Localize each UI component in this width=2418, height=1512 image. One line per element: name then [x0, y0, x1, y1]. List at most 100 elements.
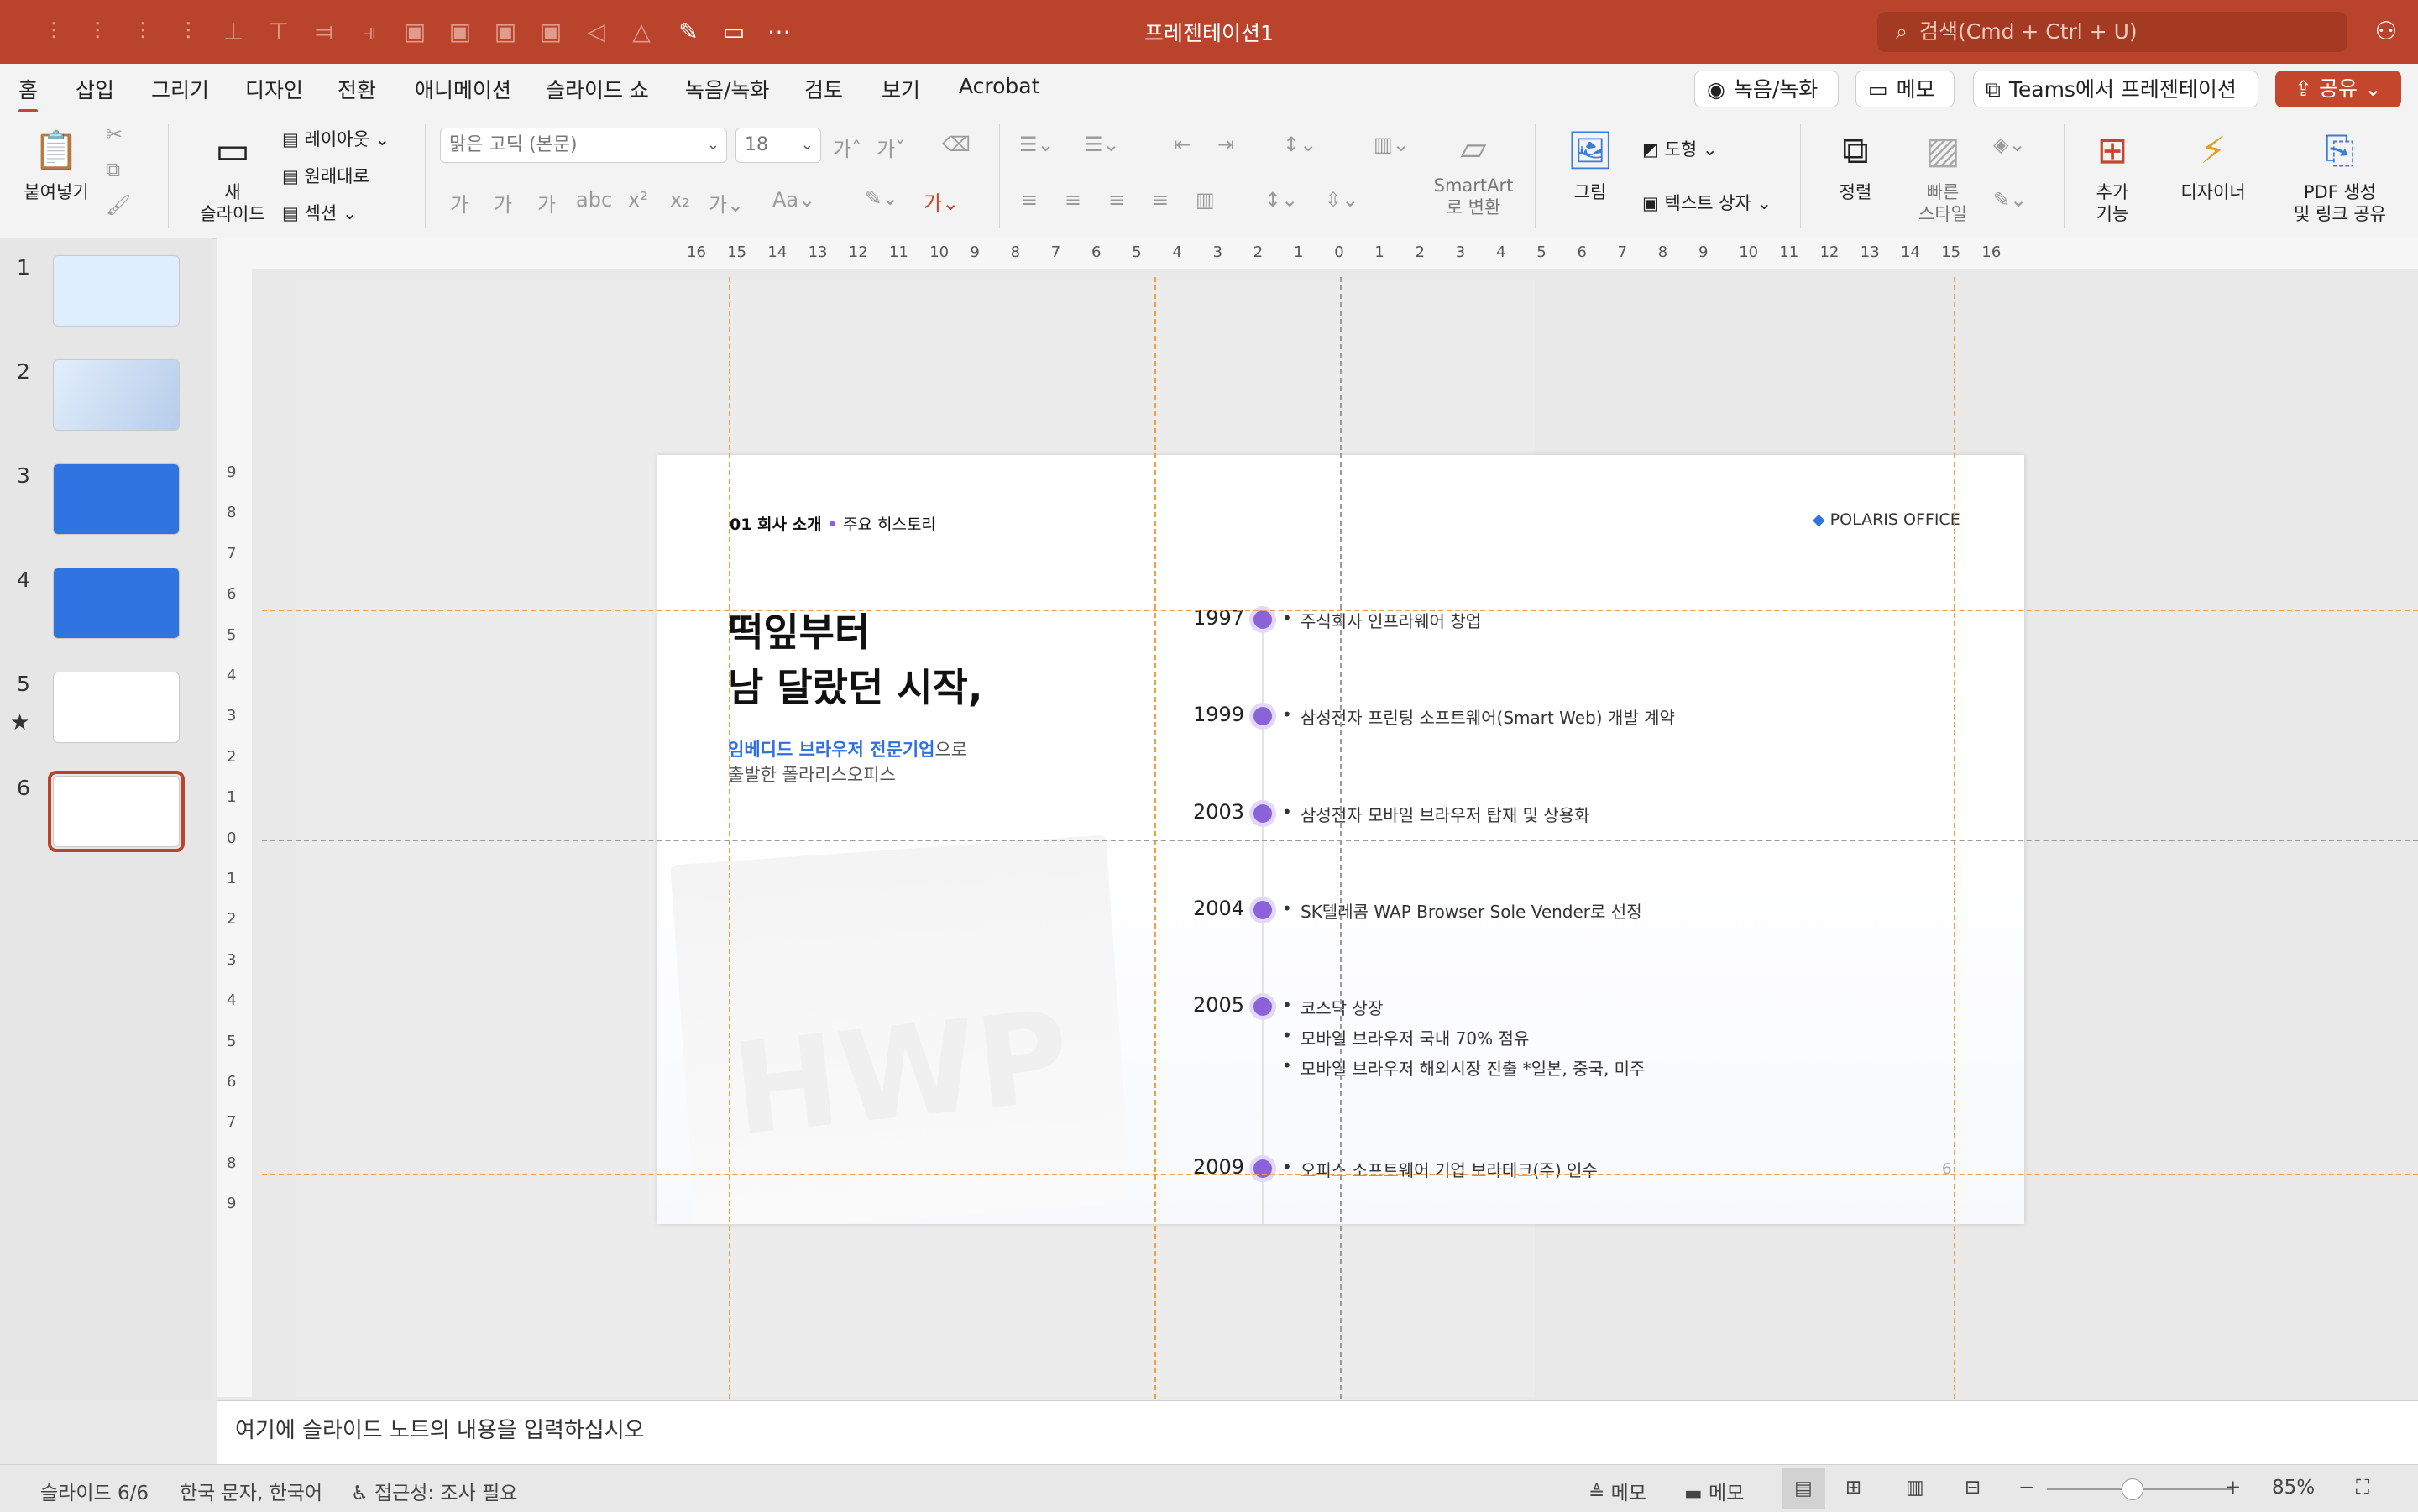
text-direction-icon[interactable]: ↕⌄ [1264, 188, 1298, 212]
tab-acrobat[interactable]: Acrobat [959, 74, 1039, 98]
bring-front-icon[interactable]: ▣ [398, 15, 432, 49]
tab-home[interactable]: 홈 [18, 74, 39, 112]
align-bottom-icon[interactable]: ⊥ [217, 15, 250, 49]
bullets-icon[interactable]: ☰⌄ [1019, 133, 1055, 156]
save-icon[interactable]: ▭ [717, 15, 751, 49]
zoom-slider-handle[interactable] [2122, 1478, 2144, 1500]
justify-icon[interactable]: ≡ [1152, 188, 1169, 212]
copy-icon[interactable]: ⧉ [106, 158, 120, 181]
tab-insert[interactable]: 삽입 [76, 74, 114, 104]
addins-button[interactable]: ⊞ 추가 기능 [2075, 126, 2149, 225]
layout-button[interactable]: ▤ 레이아웃 ⌄ [282, 126, 390, 151]
align-right-text-icon[interactable]: ≡ [1108, 188, 1125, 212]
slide-thumbnail-1[interactable] [53, 255, 180, 327]
arrange-button[interactable]: ⧉ 정렬 [1814, 126, 1897, 203]
shape-fill-icon[interactable]: ◈⌄ [1993, 133, 2026, 156]
tab-record[interactable]: 녹음/녹화 [685, 74, 769, 104]
guide-line[interactable] [729, 277, 730, 1399]
paste-button[interactable]: 📋 붙여넣기 [18, 126, 94, 203]
shape-outline-icon[interactable]: ✎⌄ [1993, 188, 2027, 212]
comment-button[interactable]: ▭ 메모 [1855, 71, 1955, 107]
guide-line[interactable] [262, 1174, 2418, 1175]
font-color-icon[interactable]: 가⌄ [924, 186, 959, 216]
guide-line[interactable] [262, 610, 2418, 611]
subscript-icon[interactable]: x₂ [670, 188, 690, 212]
picture-button[interactable]: 🖼 그림 [1550, 126, 1630, 203]
shrink-font-icon[interactable]: 가ˇ [877, 133, 905, 162]
distribute-v-icon[interactable]: ⫣ [353, 15, 386, 49]
align-center-icon[interactable]: ⫶ [81, 15, 114, 49]
tab-animations[interactable]: 애니메이션 [415, 74, 511, 104]
highlight-color-icon[interactable]: ✎⌄ [865, 186, 898, 210]
quick-styles-button[interactable]: ▨ 빠른 스타일 [1904, 126, 1981, 225]
accessibility-indicator[interactable]: ♿ 접근성: 조사 필요 [351, 1477, 517, 1505]
record-button[interactable]: ◉ 녹음/녹화 [1694, 71, 1839, 107]
slideshow-icon[interactable]: ⊟ [1965, 1477, 1981, 1499]
tab-review[interactable]: 검토 [804, 74, 843, 104]
fit-to-window-icon[interactable]: ⛶ [2356, 1477, 2369, 1499]
reset-button[interactable]: ▤ 원래대로 [282, 163, 369, 188]
numbering-icon[interactable]: ☰⌄ [1085, 133, 1120, 156]
tab-view[interactable]: 보기 [882, 74, 920, 104]
tab-slideshow[interactable]: 슬라이드 쇼 [546, 74, 649, 104]
designer-button[interactable]: ⚡ 디자이너 [2169, 126, 2257, 203]
shape-button[interactable]: ◩ 도형 ⌄ [1642, 136, 1717, 161]
superscript-icon[interactable]: x² [628, 188, 648, 212]
center-guide-line[interactable] [262, 840, 2418, 841]
comments-toggle[interactable]: ▬ 메모 [1684, 1477, 1744, 1505]
cut-icon[interactable]: ✂ [106, 123, 123, 146]
zoom-in-icon[interactable]: + [2225, 1477, 2241, 1499]
send-back-icon[interactable]: ▣ [443, 15, 477, 49]
clear-format-icon[interactable]: ⌫ [942, 133, 971, 156]
font-size-select[interactable]: 18 ⌄ [735, 128, 821, 163]
slide-thumbnail-5[interactable] [53, 672, 180, 743]
zoom-slider[interactable] [2047, 1478, 2232, 1500]
italic-icon[interactable]: 가 [494, 188, 512, 217]
font-name-select[interactable]: 맑은 고딕 (본문) ⌄ [440, 128, 727, 163]
notes-toggle[interactable]: ≜ 메모 [1588, 1477, 1646, 1505]
slide-thumbnail-3[interactable] [53, 463, 180, 535]
grow-font-icon[interactable]: 가ˆ [833, 133, 861, 162]
increase-indent-icon[interactable]: ⇥ [1217, 133, 1234, 156]
smartart-button[interactable]: ▱ SmartArt 로 변환 [1427, 123, 1520, 218]
align-right-icon[interactable]: ⫶ [126, 15, 160, 49]
slide-sorter-icon[interactable]: ⊞ [1845, 1477, 1861, 1499]
underline-icon[interactable]: 가 [537, 188, 556, 217]
tab-design[interactable]: 디자인 [245, 74, 303, 104]
language-indicator[interactable]: 한국 문자, 한국어 [180, 1477, 322, 1505]
distribute-h-icon[interactable]: ⫤ [307, 15, 341, 49]
columns-icon[interactable]: ▥⌄ [1374, 133, 1410, 156]
zoom-out-icon[interactable]: − [2018, 1477, 2034, 1499]
create-pdf-button[interactable]: ⎘ PDF 생성 및 링크 공유 [2277, 126, 2403, 225]
change-case-icon[interactable]: Aa⌄ [772, 188, 815, 212]
normal-view-icon[interactable]: ▤ [1782, 1468, 1825, 1509]
align-left-icon[interactable]: ⫶ [37, 15, 71, 49]
slide-thumbnail-4[interactable] [53, 568, 180, 639]
reading-view-icon[interactable]: ▥ [1906, 1477, 1924, 1499]
notes-pane[interactable]: 여기에 슬라이드 노트의 내용을 입력하십시오 [217, 1400, 2418, 1465]
rotate-icon[interactable]: △ [625, 15, 658, 49]
align-top-icon[interactable]: ⊤ [262, 15, 296, 49]
account-icon[interactable]: ⚇ [2369, 15, 2403, 49]
decrease-indent-icon[interactable]: ⇤ [1174, 133, 1191, 156]
section-button[interactable]: ▤ 섹션 ⌄ [282, 200, 357, 225]
zoom-level[interactable]: 85% [2272, 1477, 2315, 1499]
guide-line[interactable] [1954, 277, 1955, 1399]
align-text-icon[interactable]: ⇳⌄ [1325, 188, 1358, 212]
textbox-button[interactable]: ▣ 텍스트 상자 ⌄ [1642, 190, 1772, 215]
align-middle-icon[interactable]: ⫶ [171, 15, 205, 49]
bring-forward-icon[interactable]: ▣ [489, 15, 522, 49]
new-slide-button[interactable]: ▭ 새 슬라이드 [186, 126, 279, 225]
teams-present-button[interactable]: ⧉ Teams에서 프레젠테이션 [1973, 71, 2258, 107]
tab-draw[interactable]: 그리기 [151, 74, 209, 104]
flip-icon[interactable]: ◁ [579, 15, 613, 49]
distributed-icon[interactable]: ▥ [1196, 188, 1215, 212]
align-center-text-icon[interactable]: ≡ [1065, 188, 1081, 212]
send-backward-icon[interactable]: ▣ [534, 15, 568, 49]
strikethrough-icon[interactable]: abc [576, 188, 612, 212]
tab-transitions[interactable]: 전환 [338, 74, 376, 104]
bold-icon[interactable]: 가 [450, 188, 468, 217]
search-input[interactable]: ⌕ 검색(Cmd + Ctrl + U) [1877, 12, 2347, 52]
edit-icon[interactable]: ✎ [672, 15, 705, 49]
center-guide-line[interactable] [1340, 277, 1342, 1399]
